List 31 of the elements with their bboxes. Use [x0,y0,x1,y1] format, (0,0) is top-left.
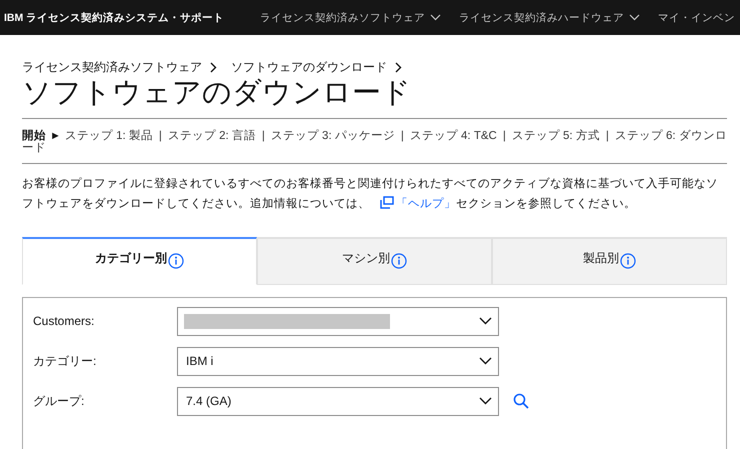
dropdown-field[interactable] [177,306,499,336]
dropdown-field[interactable]: 7.4 (GA) [177,386,499,416]
info-icon [391,252,407,269]
info-icon [168,252,184,269]
chevron-right-icon [395,62,402,73]
field-label: グループ: [33,392,86,410]
intro-text: お客様のプロファイルに登録されているすべてのお客様番号と関連付けられたすべてのアクティブな資格に基づいて入手可能なソフトウェアをダウンロードしてください。追加情報については、 「ヘルプ」セクションを参照してください。 [22,176,719,212]
field-label: Customers: [33,314,96,328]
nav-menu-item[interactable]: ライセンス契約済みハードウェア [459,10,640,24]
nav-menu-item[interactable]: マイ・インベン [658,10,736,24]
chevron-right-icon [210,62,217,73]
chevron-down-icon [430,14,442,21]
breadcrumb-link[interactable]: ライセンス契約済みソフトウェア [22,59,202,76]
breadcrumb-link[interactable]: ソフトウェアのダウンロード [231,59,387,76]
tab[interactable]: 製品別 [492,236,727,285]
help-link[interactable]: 「ヘルプ」 [396,196,456,210]
nav-menu-item[interactable]: ライセンス契約済みソフトウェア [260,10,442,24]
chevron-down-icon [479,397,492,406]
info-icon [620,252,636,269]
chevron-down-icon [479,357,492,366]
search-icon[interactable] [513,393,529,410]
tab[interactable]: カテゴリー別 [22,236,257,285]
chevron-down-icon [629,14,640,21]
new-window-icon [380,196,394,209]
chevron-down-icon [479,317,492,326]
page-title: ソフトウェアのダウンロード [22,78,412,110]
dropdown-field[interactable]: IBM i [177,346,499,376]
tab[interactable]: マシン別 [257,236,492,285]
step-progress-text: 開始 ► ステップ 1: 製品 | ステップ 2: 言語 | ステップ 3: パッケージ | ステップ 4: T&C | ステップ 5: 方式 | ステップ 6: ダウンロード [22,128,727,156]
field-label: カテゴリー: [33,352,98,370]
site-title[interactable]: IBM ライセンス契約済みシステム・サポート [0,10,224,24]
